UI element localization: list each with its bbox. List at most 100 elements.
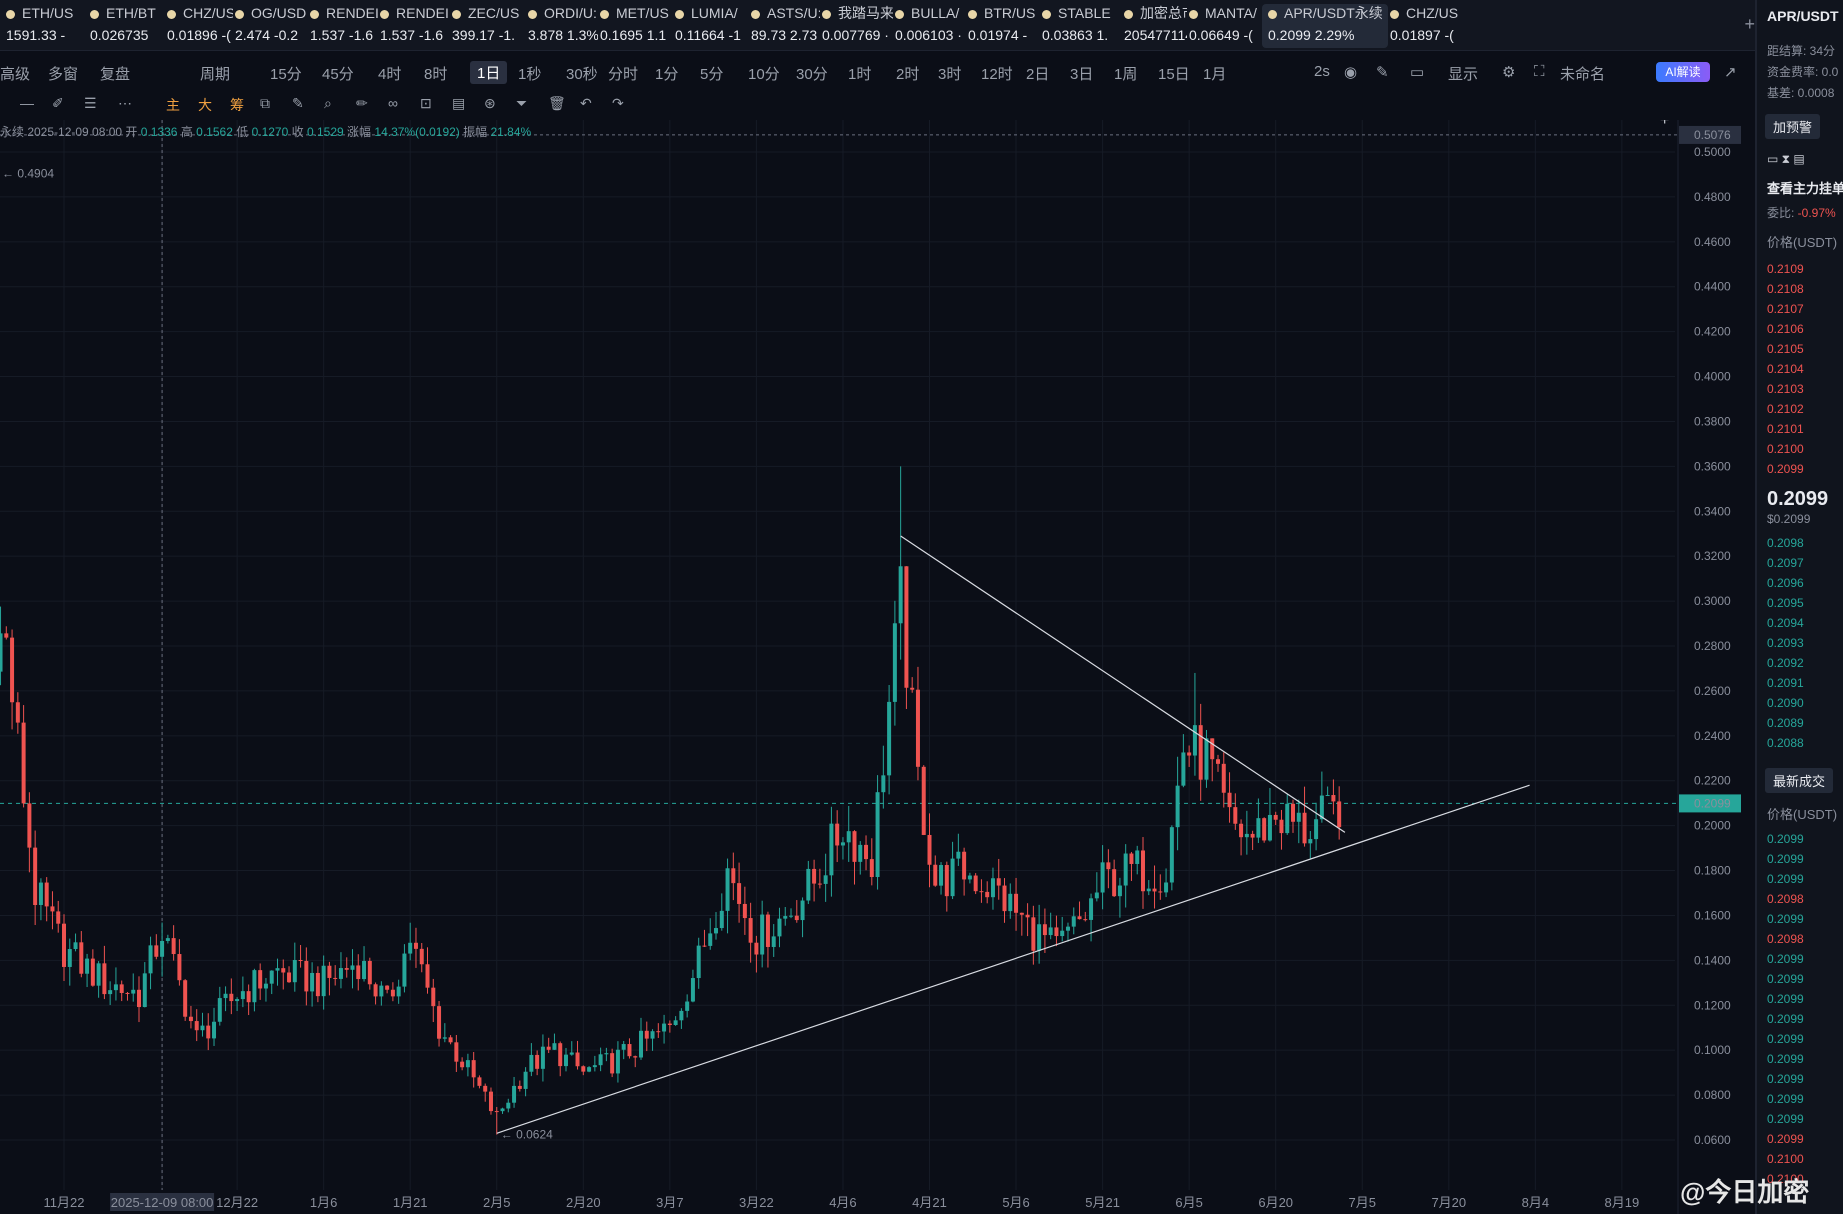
period-20[interactable]: 2日 <box>1026 63 1049 84</box>
ask-price: 0.2102 <box>1767 402 1804 416</box>
coin-icon <box>675 9 684 19</box>
period-8[interactable]: 1日 <box>470 61 508 84</box>
toolbar-right-1[interactable]: 显示 <box>1448 63 1478 84</box>
line-icon[interactable]: — <box>20 95 34 111</box>
share-icon[interactable]: ↗ <box>1724 63 1737 81</box>
period-5[interactable]: 45分 <box>322 63 354 84</box>
coin-icon <box>1189 9 1198 19</box>
ticker-14[interactable]: STABLE 0.03863 1. <box>1036 4 1122 48</box>
period-12[interactable]: 1分 <box>655 63 678 84</box>
period-16[interactable]: 1时 <box>848 63 871 84</box>
candle-body <box>806 868 811 901</box>
indicator-1[interactable]: 大 <box>198 95 212 115</box>
candle-body <box>904 566 909 688</box>
ticker-12[interactable]: BULLA/0.006103 · <box>889 4 966 48</box>
period-14[interactable]: 10分 <box>748 63 780 84</box>
camera-icon[interactable]: ◉ <box>1344 63 1357 81</box>
candle-body <box>108 990 113 995</box>
toolbar-right-0[interactable]: 2s <box>1314 63 1330 80</box>
chain-icon[interactable]: ∞ <box>388 95 398 111</box>
candle-body <box>1273 814 1278 820</box>
period-2[interactable]: 复盘 <box>100 63 130 84</box>
ticker-9[interactable]: LUMIA/0.11664 -1 <box>669 4 749 48</box>
coin-icon <box>1124 9 1133 19</box>
ticker-1[interactable]: ETH/BT 0.026735 <box>84 4 166 48</box>
undo-icon[interactable]: ↶ <box>580 95 592 112</box>
period-9[interactable]: 1秒 <box>518 63 541 84</box>
add-alert-button[interactable]: 加预警 <box>1765 114 1821 139</box>
candle-body <box>113 984 118 991</box>
crosshair-plus-icon[interactable]: + <box>1660 120 1669 129</box>
ticker-2[interactable]: CHZ/US 0.01896 -( <box>161 4 233 48</box>
period-4[interactable]: 15分 <box>270 63 302 84</box>
ticker-symbol: ZEC/US <box>452 4 526 22</box>
period-15[interactable]: 30分 <box>796 63 828 84</box>
y-tick-label: 0.1600 <box>1694 908 1731 922</box>
candle-body <box>1233 807 1238 824</box>
period-10[interactable]: 30秒 <box>566 63 598 84</box>
candle-body <box>656 1031 661 1033</box>
ai-interpret-button[interactable]: AI解读 <box>1656 62 1710 82</box>
panel-icons: ▭ ⧗ ▤ <box>1767 152 1805 166</box>
ticker-16[interactable]: MANTA/0.06649 -( <box>1183 4 1266 48</box>
window-icon[interactable]: ▭ <box>1410 63 1424 81</box>
period-19[interactable]: 12时 <box>981 63 1013 84</box>
orderbook-header: 价格(USDT) <box>1767 235 1838 250</box>
indicator-0[interactable]: 主 <box>166 95 180 115</box>
period-24[interactable]: 1月 <box>1203 63 1226 84</box>
period-0[interactable]: 高级 <box>0 63 30 84</box>
ticker-18[interactable]: CHZ/US 0.01897 -( <box>1384 4 1460 48</box>
period-17[interactable]: 2时 <box>896 63 919 84</box>
ticker-symbol-text: STABLE <box>1058 5 1111 21</box>
ticker-0[interactable]: ETH/US 1591.33 - <box>0 4 88 48</box>
ticker-4[interactable]: RENDEI 1.537 -1.6 <box>304 4 378 48</box>
period-18[interactable]: 3时 <box>938 63 961 84</box>
bid-price: 0.2092 <box>1767 656 1804 670</box>
candle-body <box>471 1060 476 1078</box>
period-11[interactable]: 分时 <box>608 63 638 84</box>
ticker-17[interactable]: APR/USDT永续 0.2099 2.29% <box>1262 4 1388 48</box>
period-21[interactable]: 3日 <box>1070 63 1093 84</box>
candle-body <box>1048 927 1053 936</box>
period-22[interactable]: 1周 <box>1114 63 1137 84</box>
period-7[interactable]: 8时 <box>424 63 447 84</box>
trendline-upper[interactable] <box>900 535 1346 833</box>
settings-icon[interactable]: ⚙ <box>1502 63 1515 81</box>
indicator-2[interactable]: 筹 <box>230 95 244 115</box>
ticker-7[interactable]: ORDI/U: 3.878 1.3% <box>522 4 598 48</box>
period-23[interactable]: 15日 <box>1158 63 1190 84</box>
ticker-15[interactable]: 加密总市... 205477114 <box>1118 4 1187 48</box>
ticker-10[interactable]: ASTS/U: 89.73 2.73 <box>745 4 820 48</box>
zoom-icon[interactable]: ⌕ <box>324 95 332 112</box>
ticker-11[interactable]: 我踏马来 0.007769 · <box>816 4 893 48</box>
list-icon[interactable]: ☰ <box>84 95 97 112</box>
redo-icon[interactable]: ↷ <box>612 95 624 112</box>
candlestick-chart[interactable]: 0.0600 0.0800 0.1000 0.1200 0.1400 0.1600 0.18… <box>0 120 1755 1214</box>
ticker-8[interactable]: MET/US 0.1695 1.1 <box>594 4 673 48</box>
coin-icon <box>90 9 99 19</box>
latest-trades-button[interactable]: 最新成交 <box>1765 768 1834 793</box>
measure-icon[interactable]: ✎ <box>292 95 304 112</box>
period-3[interactable]: 周期 <box>200 63 230 84</box>
ruler-icon[interactable]: ✐ <box>52 95 64 112</box>
toolbar-right-2[interactable]: 未命名 <box>1560 63 1605 84</box>
period-13[interactable]: 5分 <box>700 63 723 84</box>
layer-icon[interactable]: ▤ <box>452 95 465 112</box>
pencil-icon[interactable]: ✎ <box>1376 63 1389 81</box>
trash-icon[interactable]: 🗑 <box>548 95 566 112</box>
ticker-6[interactable]: ZEC/US 399.17 -1. <box>446 4 526 48</box>
ticker-13[interactable]: BTR/US 0.01974 - <box>962 4 1040 48</box>
dots-icon[interactable]: ⋯ <box>118 95 132 112</box>
magnet-icon[interactable]: ⊛ <box>484 95 496 112</box>
period-6[interactable]: 4时 <box>378 63 401 84</box>
brush-icon[interactable]: ✏ <box>356 95 368 112</box>
ticker-3[interactable]: OG/USD 2.474 -0.2 <box>229 4 309 48</box>
add-tab-icon[interactable]: + <box>1744 14 1755 35</box>
trendline-lower[interactable] <box>496 784 1530 1134</box>
ticker-5[interactable]: RENDEI 1.537 -1.6 <box>374 4 450 48</box>
filter-icon[interactable]: ⏷ <box>516 95 527 112</box>
copy-icon[interactable]: ⧉ <box>260 95 270 112</box>
period-1[interactable]: 多窗 <box>48 63 78 84</box>
lock-icon[interactable]: ⊡ <box>420 95 432 112</box>
fullscreen-icon[interactable]: ⛶ <box>1534 63 1545 80</box>
